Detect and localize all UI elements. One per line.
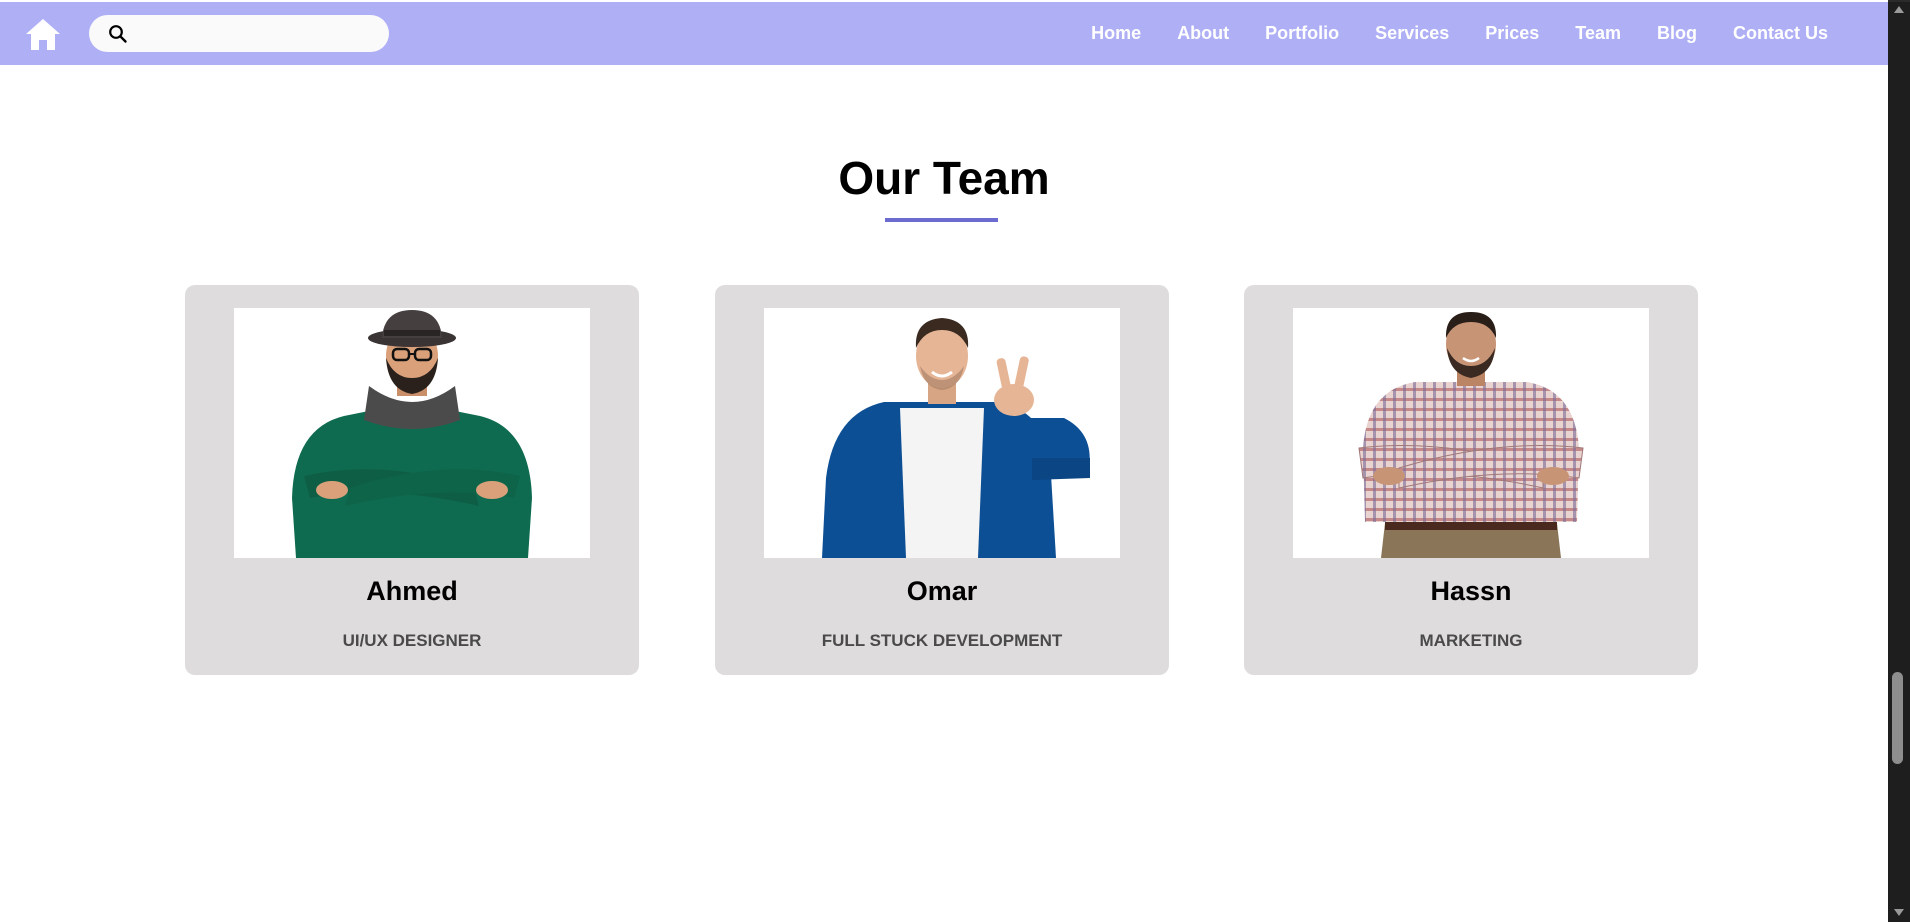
nav-link-contact-us[interactable]: Contact Us [1733, 23, 1828, 44]
nav-link-team[interactable]: Team [1575, 23, 1621, 44]
nav-link-services[interactable]: Services [1375, 23, 1449, 44]
team-member-role: FULL STUCK DEVELOPMENT [821, 631, 1063, 650]
vertical-scrollbar[interactable] [1888, 2, 1910, 922]
team-card-ahmed: Ahmed UI/UX DESIGNER [185, 285, 639, 675]
team-card-hassn: Hassn MARKETING [1244, 285, 1698, 675]
scroll-up-arrow-icon[interactable] [1894, 6, 1904, 13]
team-member-name: Omar [906, 576, 978, 606]
team-card-omar: Omar FULL STUCK DEVELOPMENT [715, 285, 1169, 675]
scrollbar-thumb[interactable] [1892, 672, 1903, 764]
man-plaid-shirt-arms-crossed-photo [1358, 312, 1584, 558]
title-underline [885, 218, 998, 222]
nav-link-about[interactable]: About [1177, 23, 1229, 44]
team-member-name: Ahmed [366, 576, 458, 606]
man-blue-jacket-peace-sign-photo [822, 318, 1090, 558]
team-member-photo [234, 308, 590, 558]
nav-link-blog[interactable]: Blog [1657, 23, 1697, 44]
nav-link-portfolio[interactable]: Portfolio [1265, 23, 1339, 44]
page-viewport: Home About Portfolio Services Prices Tea… [0, 0, 1888, 922]
home-icon[interactable] [24, 16, 62, 52]
navbar: Home About Portfolio Services Prices Tea… [0, 2, 1888, 65]
team-member-role: MARKETING [1419, 631, 1523, 650]
man-green-sweater-hat-photo [292, 310, 532, 558]
search-bar [89, 15, 389, 54]
search-icon[interactable] [108, 24, 128, 44]
scroll-down-arrow-icon[interactable] [1894, 909, 1904, 916]
team-member-role: UI/UX DESIGNER [342, 631, 482, 650]
search-input[interactable] [139, 15, 383, 54]
team-member-photo [1293, 308, 1649, 558]
team-member-name: Hassn [1430, 576, 1512, 606]
team-member-photo [764, 308, 1120, 558]
nav-link-home[interactable]: Home [1091, 23, 1141, 44]
nav-link-prices[interactable]: Prices [1485, 23, 1539, 44]
section-title: Our Team [838, 152, 1050, 204]
nav-links: Home About Portfolio Services Prices Tea… [1055, 2, 1828, 65]
